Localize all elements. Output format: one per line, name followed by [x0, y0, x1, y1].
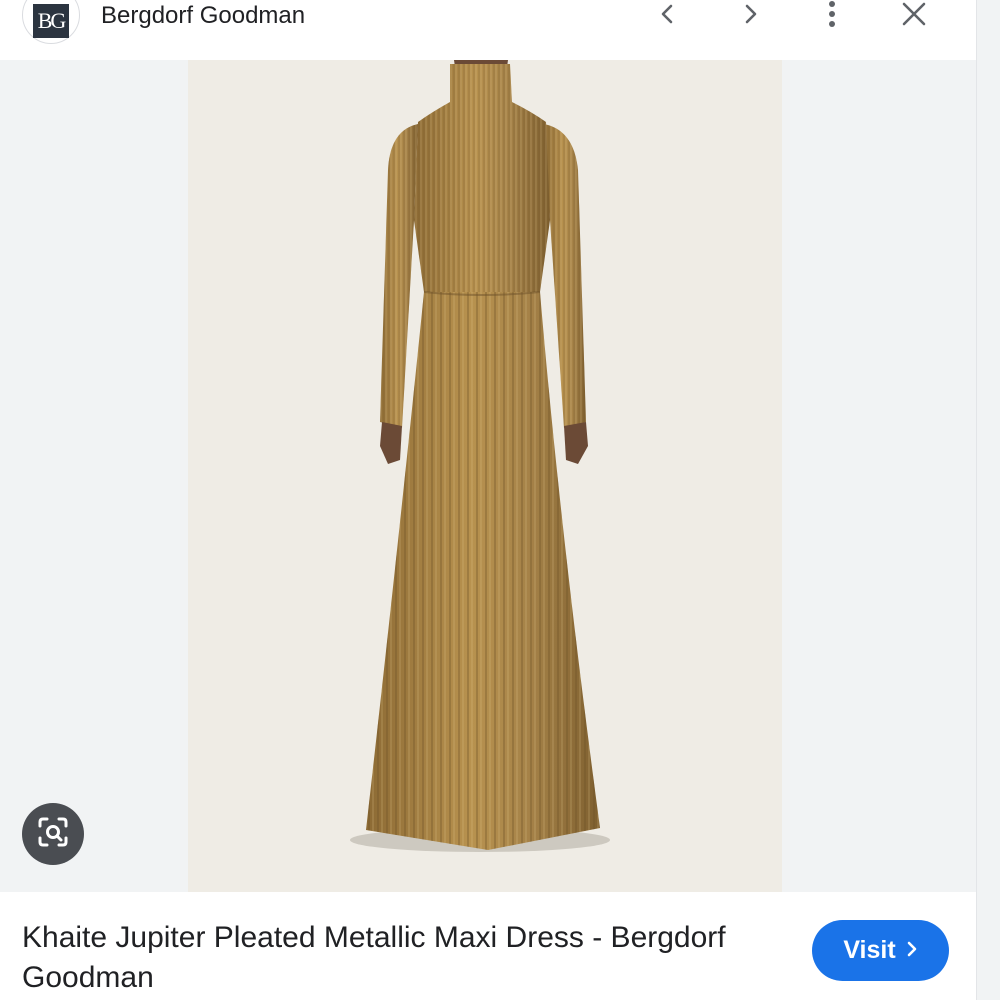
- next-button[interactable]: [730, 0, 770, 34]
- logo-mark: BG: [33, 4, 69, 38]
- lens-search-icon: [36, 815, 70, 854]
- visit-label: Visit: [843, 936, 896, 964]
- site-name[interactable]: Bergdorf Goodman: [101, 2, 305, 30]
- more-vert-icon: [820, 0, 844, 28]
- image-result-page: BG Bergdorf Goodman Khaite Jupiter Pleat…: [0, 0, 1000, 1000]
- dress-illustration: [350, 60, 610, 852]
- chevron-left-icon: [656, 2, 680, 26]
- more-options-button[interactable]: [812, 0, 852, 34]
- lens-search-button[interactable]: [22, 803, 84, 865]
- source-header: BG Bergdorf Goodman: [0, 0, 976, 60]
- previous-button[interactable]: [648, 0, 688, 34]
- chevron-right-icon: [906, 936, 918, 965]
- result-title[interactable]: Khaite Jupiter Pleated Metallic Maxi Dre…: [22, 918, 782, 998]
- close-icon: [901, 1, 927, 27]
- chevron-right-icon: [738, 2, 762, 26]
- close-button[interactable]: [894, 0, 934, 34]
- visit-button[interactable]: Visit: [812, 920, 949, 981]
- site-logo[interactable]: BG: [22, 0, 80, 44]
- product-image[interactable]: [188, 60, 782, 892]
- page-scroll-edge: [976, 0, 1000, 1000]
- result-footer: Khaite Jupiter Pleated Metallic Maxi Dre…: [0, 892, 976, 1000]
- image-viewer: [0, 60, 976, 892]
